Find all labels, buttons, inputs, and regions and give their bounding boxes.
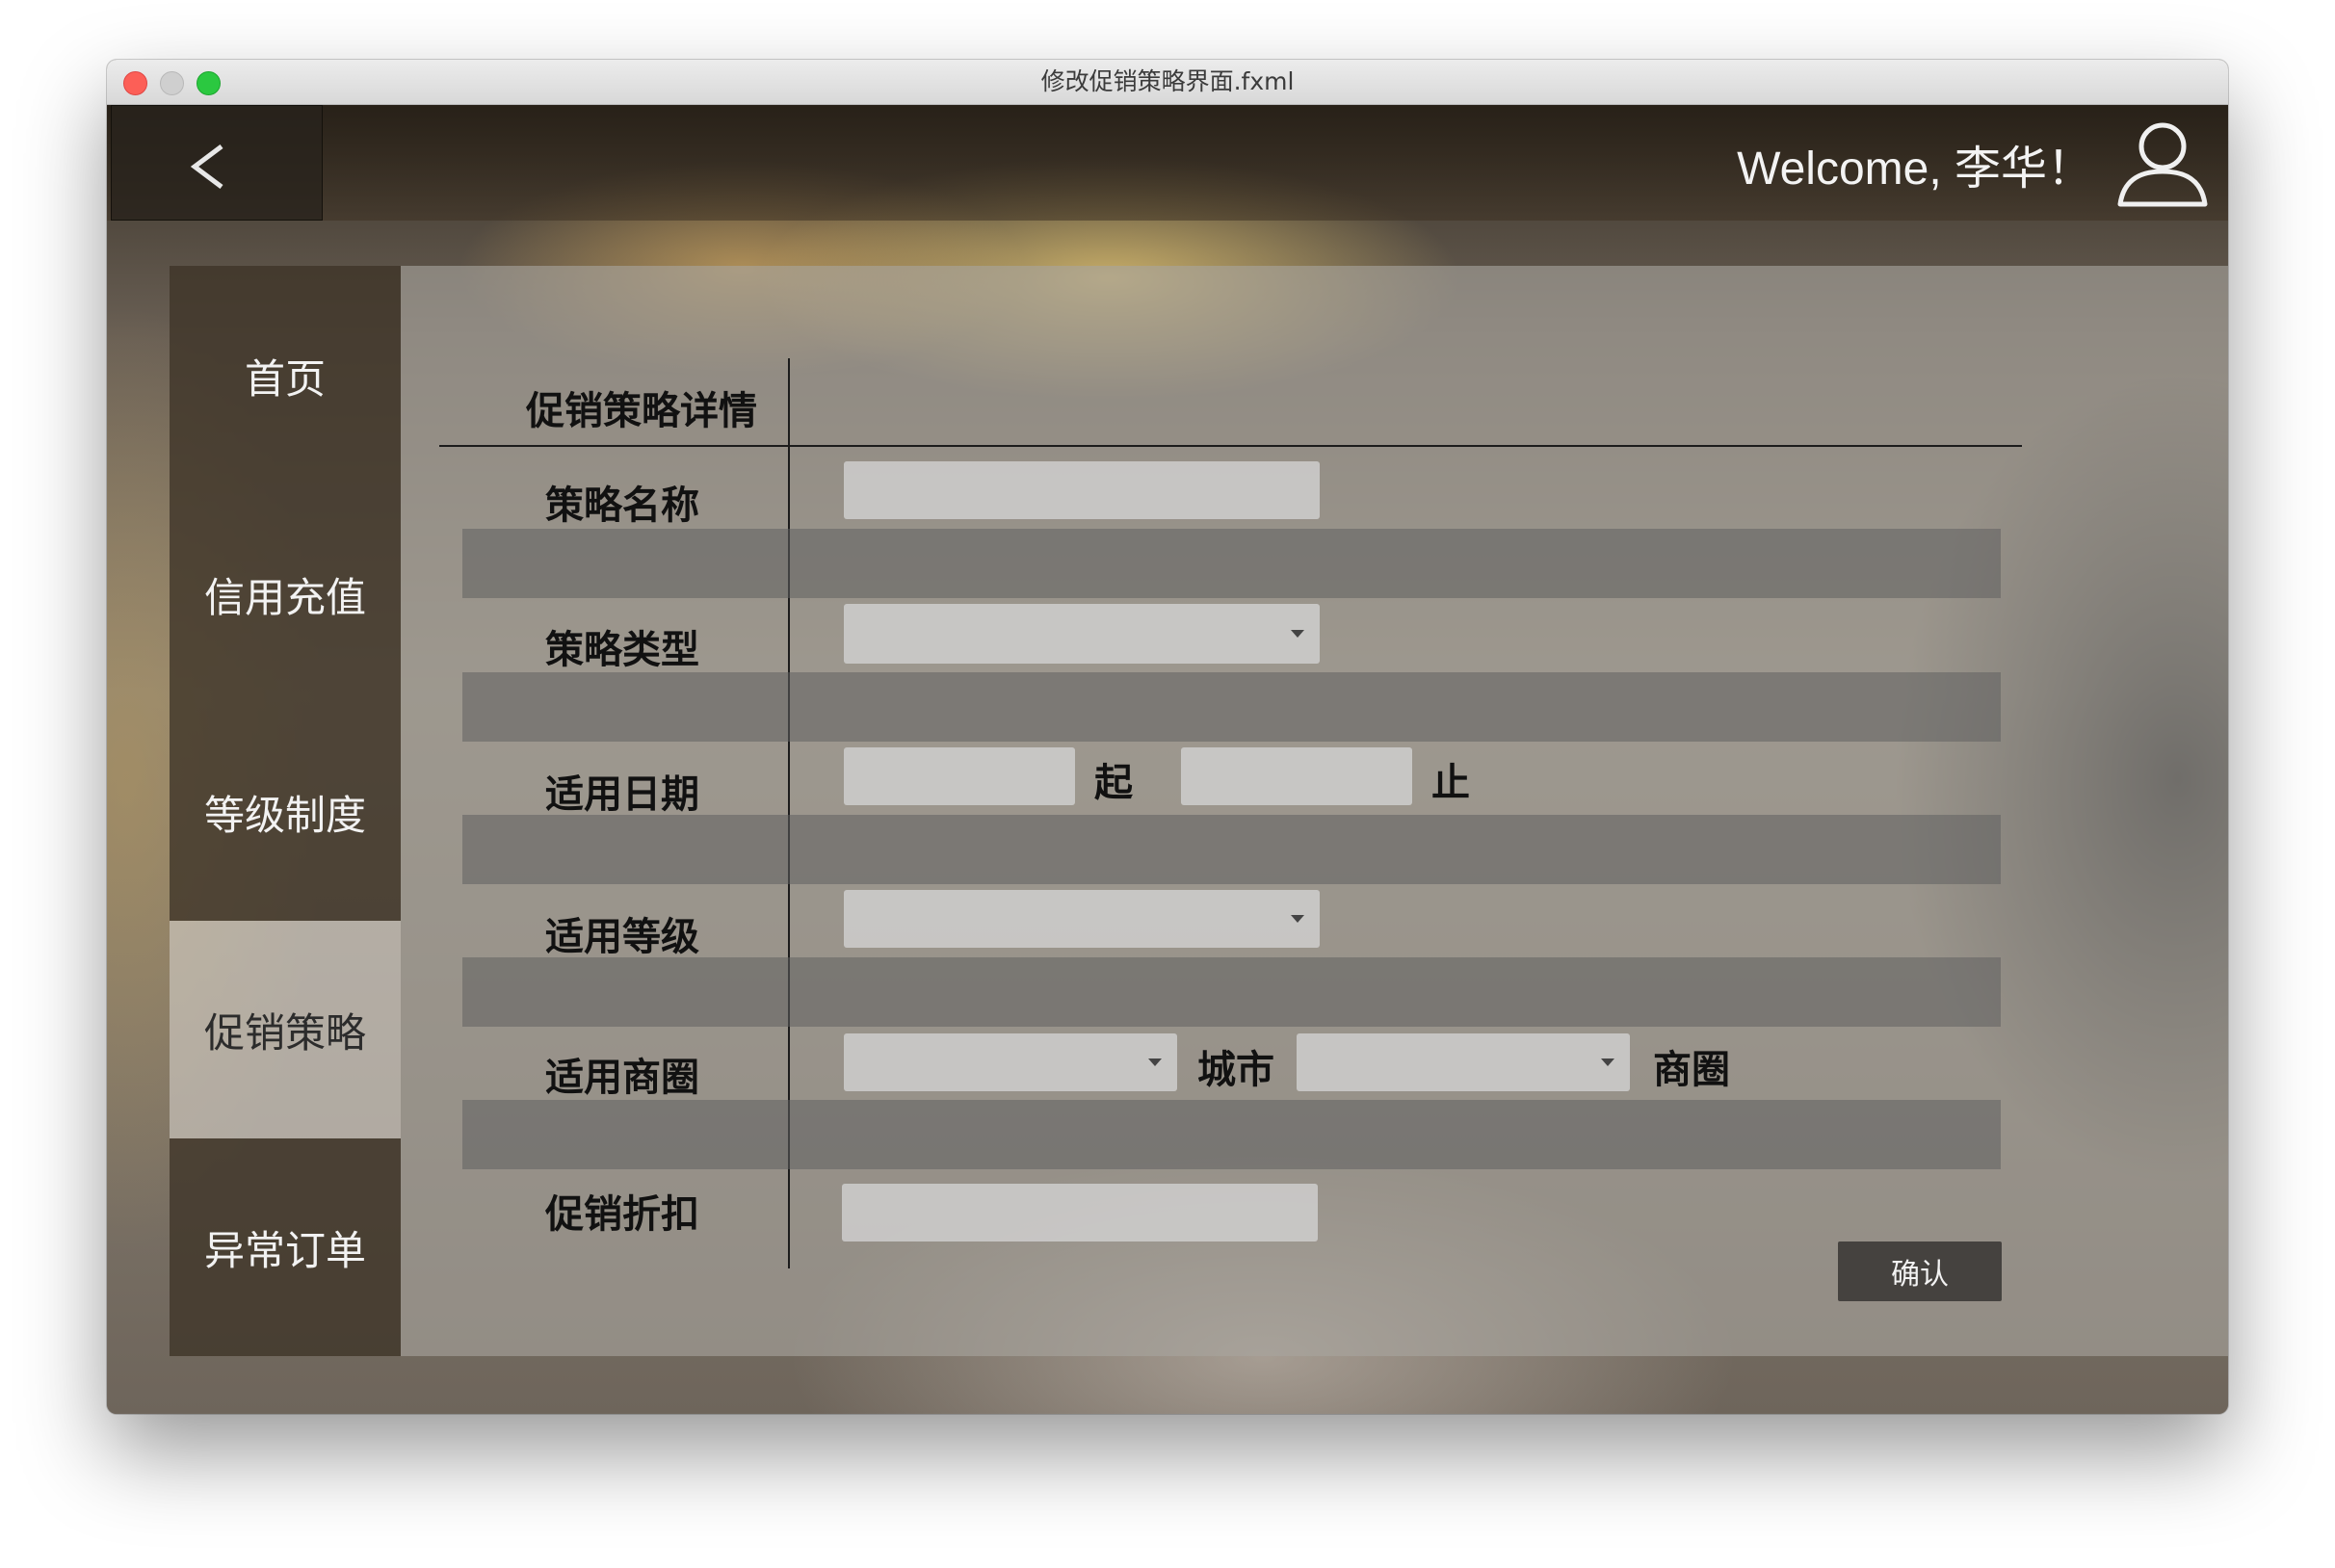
title-bar: 修改促销策略界面.fxml — [107, 60, 2228, 105]
strategy-type-label: 策略类型 — [545, 628, 699, 672]
strategy-type-select[interactable] — [844, 604, 1320, 664]
city-suffix: 城市 — [1197, 1048, 1274, 1092]
chevron-down-icon — [1291, 630, 1304, 638]
top-bar: Welcome, 李华！ — [107, 105, 2228, 221]
user-icon[interactable] — [2114, 118, 2211, 208]
city-select[interactable] — [844, 1033, 1177, 1091]
applicable-level-label: 适用等级 — [545, 915, 699, 959]
sidebar-item-label: 等级制度 — [203, 791, 366, 839]
app-window: 修改促销策略界面.fxml Welcome, 李华！ 首页 信用充值 等级制度 … — [107, 60, 2228, 1414]
sidebar-item-label: 异常订单 — [203, 1226, 366, 1274]
back-button[interactable] — [111, 105, 323, 221]
confirm-button[interactable]: 确认 — [1838, 1241, 2002, 1301]
sidebar-item-credit-recharge[interactable]: 信用充值 — [170, 485, 401, 703]
sidebar-item-label: 信用充值 — [203, 573, 366, 621]
start-date-input[interactable] — [844, 747, 1075, 805]
header-divider — [439, 445, 2022, 447]
chevron-left-icon — [190, 144, 223, 189]
business-district-suffix: 商圈 — [1653, 1048, 1730, 1092]
applicable-level-select[interactable] — [844, 890, 1320, 948]
window-title: 修改促销策略界面.fxml — [1040, 67, 1295, 95]
applicable-district-label: 适用商圈 — [545, 1056, 699, 1100]
sidebar-item-label: 促销策略 — [203, 1008, 366, 1057]
row-stripe — [462, 1100, 2001, 1169]
welcome-text: Welcome, 李华！ — [1737, 144, 2093, 195]
sidebar-item-promotion-strategy[interactable]: 促销策略 — [170, 921, 401, 1138]
strategy-name-label: 策略名称 — [545, 483, 699, 528]
sidebar-item-label: 首页 — [244, 354, 326, 403]
chevron-down-icon — [1148, 1058, 1162, 1066]
applicable-date-label: 适用日期 — [545, 772, 699, 817]
row-stripe — [462, 529, 2001, 598]
start-date-suffix: 起 — [1094, 761, 1133, 805]
row-stripe — [462, 672, 2001, 742]
chevron-down-icon — [1601, 1058, 1614, 1066]
end-date-input[interactable] — [1181, 747, 1412, 805]
sidebar-item-home[interactable]: 首页 — [170, 266, 401, 485]
strategy-name-input[interactable] — [844, 461, 1320, 519]
row-stripe — [462, 957, 2001, 1027]
sidebar-item-abnormal-orders[interactable]: 异常订单 — [170, 1138, 401, 1356]
promotion-discount-input[interactable] — [842, 1184, 1318, 1241]
promotion-discount-label: 促销折扣 — [545, 1192, 699, 1237]
sidebar-item-level-system[interactable]: 等级制度 — [170, 703, 401, 921]
promotion-detail-panel: 促销策略详情 策略名称 策略类型 适用日期 起 止 适用等级 适用商圈 城市 商… — [401, 266, 2228, 1356]
sidebar: 首页 信用充值 等级制度 促销策略 异常订单 — [170, 266, 401, 1356]
content-area: Welcome, 李华！ 首页 信用充值 等级制度 促销策略 异常订单 促销策略… — [107, 105, 2228, 1414]
business-district-select[interactable] — [1297, 1033, 1630, 1091]
chevron-down-icon — [1291, 915, 1304, 923]
section-title: 促销策略详情 — [526, 389, 757, 433]
end-date-suffix: 止 — [1431, 761, 1470, 805]
row-stripe — [462, 815, 2001, 884]
